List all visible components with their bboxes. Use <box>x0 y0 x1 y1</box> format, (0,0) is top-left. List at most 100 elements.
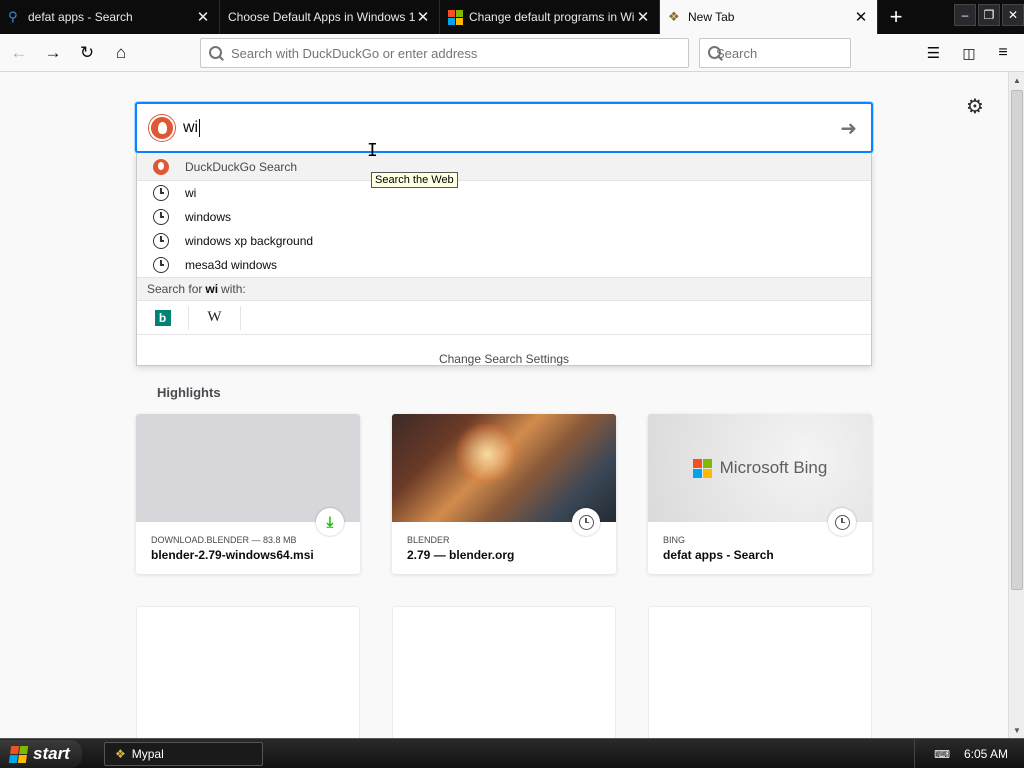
toolbar-right: ☰ ◫ ≡ <box>920 38 1018 68</box>
suggestion-item[interactable]: windows <box>137 205 871 229</box>
suggestion-label: windows xp background <box>185 234 314 248</box>
tab-title: Choose Default Apps in Windows 10 | <box>228 10 415 24</box>
suggestion-item[interactable]: mesa3d windows <box>137 253 871 277</box>
scroll-up-icon[interactable]: ▲ <box>1009 72 1024 88</box>
engine-name: DuckDuckGo Search <box>185 159 298 174</box>
newtab-search-box[interactable]: wi ➜ <box>135 102 873 153</box>
taskbar-item-mypal[interactable]: ❖ Mypal <box>104 742 263 766</box>
bing-icon: b <box>154 309 171 326</box>
search-for-term: wi <box>205 282 219 296</box>
tab-title: Change default programs in Windo <box>469 10 635 24</box>
card-thumbnail <box>136 414 360 522</box>
task-label: Mypal <box>131 747 164 761</box>
highlights-title: Highlights <box>157 385 221 400</box>
mypal-icon: ❖ <box>115 747 126 761</box>
dropdown-header: DuckDuckGo Search <box>137 153 871 181</box>
new-tab-page: ⚙ wi ➜ DuckDuckGo Search wi windows wind… <box>0 72 1008 746</box>
menu-icon[interactable]: ≡ <box>988 38 1018 68</box>
keyboard-icon[interactable]: ⌨ <box>934 748 950 761</box>
restore-button[interactable]: ❐ <box>978 4 1000 26</box>
blender-artwork-image <box>392 414 616 522</box>
clock-icon <box>828 508 856 536</box>
clock-icon <box>572 508 600 536</box>
highlight-card[interactable]: ⤓ DOWNLOAD.BLENDER — 83.8 MB blender-2.7… <box>136 414 360 574</box>
clock-icon <box>153 209 169 225</box>
close-icon[interactable]: ✕ <box>853 9 869 26</box>
download-icon: ⤓ <box>316 508 344 536</box>
card-thumbnail <box>392 414 616 522</box>
empty-card-placeholder <box>392 606 616 746</box>
scroll-thumb[interactable] <box>1011 90 1023 590</box>
text-cursor-icon: I <box>367 140 378 161</box>
clock: 6:05 AM <box>963 747 1008 761</box>
back-button[interactable]: ← <box>4 38 34 68</box>
change-search-settings-button[interactable]: Change Search Settings <box>137 335 871 383</box>
clock-icon <box>153 257 169 273</box>
start-button[interactable]: start <box>0 740 82 768</box>
duckduckgo-icon <box>149 114 175 141</box>
suggestion-item[interactable]: wi <box>137 181 871 205</box>
home-button[interactable]: ⌂ <box>106 38 136 68</box>
search-suggestions-dropdown: DuckDuckGo Search wi windows windows xp … <box>136 153 872 366</box>
card-meta: BING <box>663 535 686 545</box>
reload-button[interactable]: ↻ <box>72 38 102 68</box>
empty-card-placeholder <box>648 606 872 746</box>
sidebar-icon[interactable]: ◫ <box>954 38 984 68</box>
vertical-scrollbar[interactable]: ▲ ▼ <box>1008 72 1024 738</box>
text-caret <box>199 118 201 137</box>
window-controls: – ❐ ✕ <box>954 4 1024 26</box>
url-bar[interactable] <box>200 38 689 68</box>
card-meta: DOWNLOAD.BLENDER — 83.8 MB <box>151 535 297 545</box>
tab-strip: ⚲ defat apps - Search ✕ Choose Default A… <box>0 0 1024 34</box>
search-bar[interactable] <box>699 38 892 68</box>
wikipedia-icon: W <box>207 309 222 325</box>
gear-icon[interactable]: ⚙ <box>966 94 984 119</box>
card-meta: BLENDER <box>407 535 450 545</box>
microsoft-icon <box>692 458 712 478</box>
duckduckgo-icon <box>153 158 169 175</box>
close-icon[interactable]: ✕ <box>635 9 651 26</box>
newtab-search-input[interactable]: wi <box>183 119 198 137</box>
tab-change-default-programs[interactable]: Change default programs in Windo ✕ <box>440 0 660 34</box>
engine-wikipedia-button[interactable]: W <box>189 305 241 330</box>
tab-defat-apps[interactable]: ⚲ defat apps - Search ✕ <box>0 0 220 34</box>
highlight-card[interactable]: Microsoft Bing BING defat apps - Search <box>648 414 872 574</box>
tooltip: Search the Web <box>371 172 458 188</box>
close-icon[interactable]: ✕ <box>415 9 431 26</box>
mypal-icon: ❖ <box>668 9 680 24</box>
start-label: start <box>33 744 70 763</box>
bing-wordmark-text: Microsoft Bing <box>719 458 828 477</box>
empty-card-placeholder <box>136 606 360 746</box>
card-thumbnail: Microsoft Bing <box>648 414 872 522</box>
taskbar: start ❖ Mypal ⌨ 6:05 AM <box>0 738 1024 768</box>
new-tab-button[interactable]: + <box>878 0 914 34</box>
card-title: blender-2.79-windows64.msi <box>151 548 314 562</box>
highlight-card[interactable]: BLENDER 2.79 — blender.org <box>392 414 616 574</box>
tab-choose-default-apps[interactable]: Choose Default Apps in Windows 10 | ✕ <box>220 0 440 34</box>
library-icon[interactable]: ☰ <box>920 38 950 68</box>
system-tray: ⌨ 6:05 AM <box>914 739 1024 768</box>
engine-bing-button[interactable]: b <box>137 305 189 330</box>
search-for-suffix: with: <box>221 282 246 296</box>
tab-new-tab[interactable]: ❖ New Tab ✕ <box>660 0 878 34</box>
minimize-button[interactable]: – <box>954 4 976 26</box>
search-input[interactable] <box>716 45 892 61</box>
url-input[interactable] <box>231 45 688 61</box>
tab-title: New Tab <box>688 10 735 24</box>
one-off-engines: b W <box>137 301 871 335</box>
forward-button[interactable]: → <box>38 38 68 68</box>
bing-thumbnail: Microsoft Bing <box>648 414 872 522</box>
suggestion-label: windows <box>185 210 232 224</box>
arrow-right-icon[interactable]: ➜ <box>840 116 857 141</box>
close-icon[interactable]: ✕ <box>195 9 211 26</box>
tab-title: defat apps - Search <box>28 10 133 24</box>
search-icon <box>209 46 223 60</box>
card-title: defat apps - Search <box>663 548 774 562</box>
suggestion-item[interactable]: windows xp background <box>137 229 871 253</box>
scroll-down-icon[interactable]: ▼ <box>1009 722 1024 738</box>
nav-toolbar: ← → ↻ ⌂ ☰ ◫ ≡ <box>0 34 1024 72</box>
windows-flag-icon <box>8 745 29 763</box>
search-for-label: Search for wi with: <box>137 277 871 301</box>
search-icon: ⚲ <box>8 9 18 24</box>
close-window-button[interactable]: ✕ <box>1002 4 1024 26</box>
